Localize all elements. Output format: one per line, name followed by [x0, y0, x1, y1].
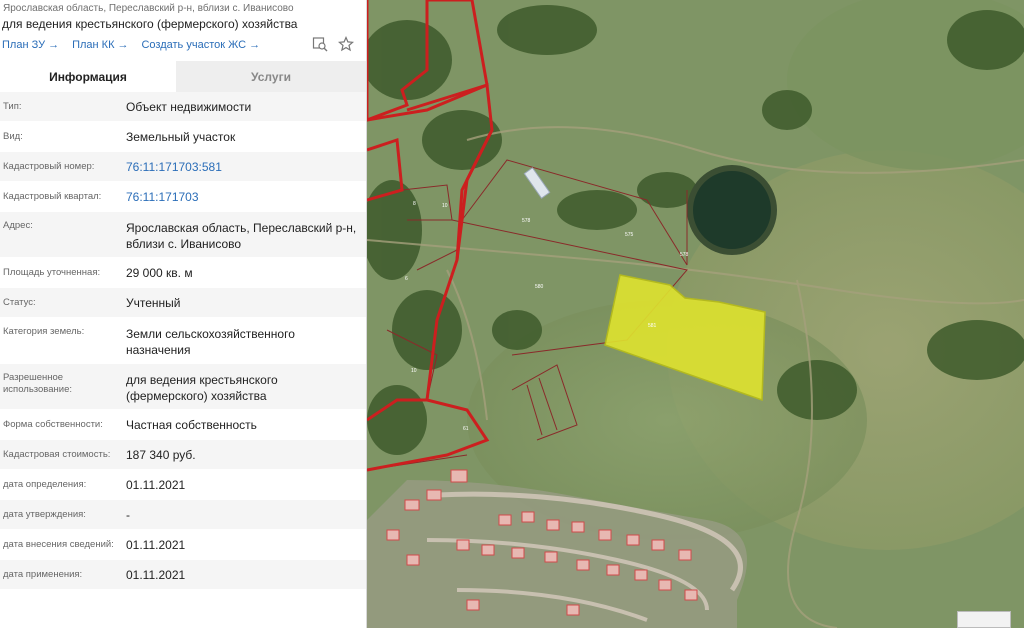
table-row: Кадастровая стоимость: 187 340 руб.: [0, 440, 366, 470]
row-label: Разрешенное использование:: [3, 372, 73, 395]
row-label: дата определения:: [3, 478, 87, 490]
pond: [687, 165, 777, 255]
parcel-label: 578: [680, 252, 689, 258]
address-subtitle: Ярославская область, Переславский р-н, в…: [3, 3, 294, 14]
row-value: Частная собственность: [126, 417, 257, 432]
tab-bar: Информация Услуги: [0, 61, 366, 92]
parcel-label: 61: [463, 426, 469, 432]
table-row: Тип: Объект недвижимости: [0, 92, 366, 122]
table-row: Категория земель: Земли сельскохозяйстве…: [0, 318, 366, 364]
row-label: дата утверждения:: [3, 508, 86, 520]
parcel-label: 8: [413, 201, 416, 207]
row-value: 01.11.2021: [126, 477, 186, 492]
plan-zu-link[interactable]: План ЗУ →: [2, 39, 59, 51]
cadastral-quarter-link[interactable]: 76:11:171703: [126, 189, 364, 205]
row-label: Кадастровый квартал:: [3, 190, 102, 202]
row-label: Адрес:: [3, 220, 33, 231]
table-row: Статус: Учтенный: [0, 288, 366, 318]
table-row: Адрес: Ярославская область, Переславский…: [0, 212, 366, 258]
tab-services[interactable]: Услуги: [176, 61, 366, 92]
row-label: Вид:: [3, 130, 23, 142]
row-label: Статус:: [3, 296, 36, 308]
parcel-label: 581: [648, 323, 657, 329]
row-value: Земли сельскохозяйственного назначения: [126, 327, 295, 357]
row-label: Кадастровый номер:: [3, 160, 95, 172]
parcel-label: 580: [535, 284, 544, 290]
row-value: для ведения крестьянского (фермерского) …: [126, 373, 278, 403]
table-row: дата определения: 01.11.2021: [0, 470, 366, 500]
header-links: План ЗУ → План КК → Создать участок ЖС →: [2, 37, 260, 53]
scale-bar: [957, 611, 1011, 628]
row-label: дата применения:: [3, 568, 83, 580]
attribute-table: Тип: Объект недвижимости Вид: Земельный …: [0, 92, 366, 590]
map-canvas[interactable]: 8 10 578 575 578 580 6 10 581 61: [367, 0, 1024, 628]
star-icon[interactable]: [338, 36, 354, 52]
plan-kk-link[interactable]: План КК →: [72, 39, 128, 51]
cadastral-number-link[interactable]: 76:11:171703:581: [126, 159, 364, 175]
row-value: Ярославская область, Переславский р-н, в…: [126, 221, 357, 251]
row-label: Категория земель:: [3, 326, 85, 337]
parcel-label: 6: [405, 276, 408, 282]
parcel-label: 10: [411, 368, 417, 374]
create-parcel-link[interactable]: Создать участок ЖС →: [141, 39, 260, 51]
row-value: -: [126, 507, 130, 522]
search-map-icon[interactable]: [312, 36, 328, 52]
row-label: Кадастровая стоимость:: [3, 448, 111, 460]
info-panel: Ярославская область, Переславский р-н, в…: [0, 0, 367, 628]
row-value: 29 000 кв. м: [126, 265, 193, 280]
row-value: Учтенный: [126, 295, 181, 310]
row-value: 01.11.2021: [126, 537, 186, 552]
table-row: Кадастровый квартал: 76:11:171703: [0, 182, 366, 212]
table-row: дата утверждения: -: [0, 500, 366, 530]
parcel-label: 578: [522, 218, 531, 224]
row-label: Форма собственности:: [3, 418, 103, 430]
row-label: дата внесения сведений:: [3, 538, 114, 550]
parcel-title: для ведения крестьянского (фермерского) …: [2, 17, 298, 31]
row-value: 01.11.2021: [126, 567, 186, 582]
table-row: дата применения: 01.11.2021: [0, 560, 366, 590]
table-row: Вид: Земельный участок: [0, 122, 366, 152]
satellite-map[interactable]: 8 10 578 575 578 580 6 10 581 61: [367, 0, 1024, 628]
table-row: дата внесения сведений: 01.11.2021: [0, 530, 366, 560]
table-row: Форма собственности: Частная собственнос…: [0, 410, 366, 440]
row-value: Земельный участок: [126, 129, 236, 144]
table-row: Разрешенное использование: для ведения к…: [0, 364, 366, 410]
tab-info[interactable]: Информация: [0, 61, 176, 92]
row-label: Тип:: [3, 100, 22, 112]
parcel-label: 575: [625, 232, 634, 238]
table-row: Площадь уточненная: 29 000 кв. м: [0, 258, 366, 288]
header-icons: [312, 36, 354, 52]
parcel-label: 10: [442, 203, 448, 209]
row-value: 187 340 руб.: [126, 447, 196, 462]
table-row: Кадастровый номер: 76:11:171703:581: [0, 152, 366, 182]
row-value: Объект недвижимости: [126, 99, 252, 114]
row-label: Площадь уточненная:: [3, 266, 101, 278]
